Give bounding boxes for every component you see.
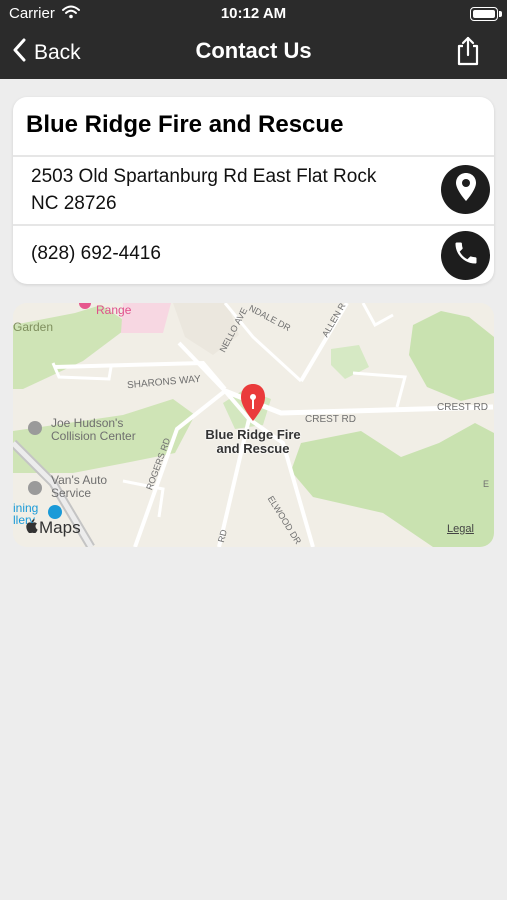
page-title: Contact Us [195, 38, 312, 63]
share-button[interactable] [455, 36, 481, 71]
apple-logo-icon [25, 518, 38, 538]
place-label-line: Service [51, 486, 92, 500]
clock: 10:12 AM [220, 5, 287, 22]
address-text: 2503 Old Spartanburg Rd East Flat Rock N… [31, 163, 411, 217]
location-map[interactable]: Range Garden Joe Hudson's Collision Cent… [13, 303, 494, 547]
address-line-1: 2503 Old Spartanburg Rd East Flat Rock [31, 166, 377, 187]
place-label-garden: Garden [13, 320, 54, 334]
place-label-line: Collision Center [51, 429, 136, 443]
directions-button[interactable] [441, 165, 490, 214]
call-button[interactable] [441, 231, 490, 280]
divider [13, 155, 494, 157]
contact-card: Blue Ridge Fire and Rescue 2503 Old Spar… [13, 97, 494, 284]
top-bar: Carrier 10:12 AM Back Contact Us [0, 0, 507, 79]
status-bar: Carrier 10:12 AM [0, 0, 507, 28]
maps-brand-label: Maps [39, 518, 81, 537]
street-label-crest-rd: CREST RD [305, 414, 356, 425]
location-pin-icon [455, 172, 477, 207]
street-label-crest-rd-east: CREST RD [437, 402, 488, 413]
legal-link[interactable]: Legal [447, 523, 474, 535]
map-pin-label-line: and Rescue [216, 441, 290, 456]
map-pin-label-line: Blue Ridge Fire [205, 427, 301, 442]
street-label-e: E [483, 479, 490, 489]
map-pin-label: Blue Ridge Fire and Rescue [203, 428, 303, 456]
share-icon [455, 36, 481, 70]
address-line-2: NC 28726 [31, 193, 117, 214]
navigation-bar: Back Contact Us [0, 28, 507, 79]
maps-attribution: Maps [25, 518, 81, 538]
battery-icon [470, 7, 502, 21]
phone-number[interactable]: (828) 692-4416 [31, 243, 161, 265]
phone-icon [452, 239, 480, 272]
place-label-vans-auto: Van's Auto Service [51, 474, 107, 500]
place-label-joe-hudsons: Joe Hudson's Collision Center [51, 417, 136, 443]
place-label-range: Range [96, 303, 132, 317]
organization-name: Blue Ridge Fire and Rescue [26, 111, 344, 138]
divider [13, 224, 494, 226]
